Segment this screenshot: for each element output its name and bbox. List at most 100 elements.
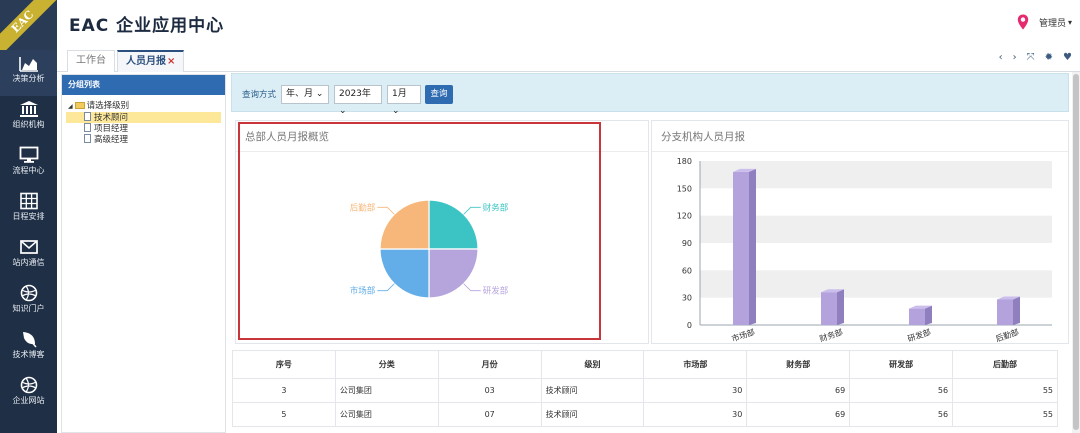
envelope-icon [19,240,38,254]
bank-icon [19,101,38,117]
nav-item-messages[interactable]: 站内通信 [0,234,57,280]
tree-item-label: 技术顾问 [94,113,129,123]
calendar-grid-icon [19,192,38,210]
table-row[interactable]: 5 公司集团 07 技术顾问 30 69 56 55 [232,402,1058,427]
col-header[interactable]: 研发部 [849,350,954,379]
vertical-scrollbar[interactable] [1072,72,1080,433]
cell-finance: 69 [746,402,851,427]
chevron-left-icon[interactable]: ‹ [999,52,1003,63]
nav-item-organization[interactable]: 组织机构 [0,96,57,142]
bar-side [749,168,756,325]
col-header[interactable]: 后勤部 [952,350,1058,379]
panel-divider [652,151,1068,152]
gear-icon[interactable]: ✹ [1045,52,1053,63]
monitor-icon [19,146,38,163]
user-menu[interactable]: 管理员 ▾ [1017,14,1072,30]
pie-label: 财务部 [483,202,509,213]
select-value: 2023年 [339,89,371,99]
left-nav: EAC 决策分析 组织机构 流程中心 日程安排 站内通信 知识门户 技术博客 企… [0,0,57,433]
bar-side [837,289,844,325]
col-header[interactable]: 财务部 [746,350,851,379]
tree-item-label: 项目经理 [94,124,129,134]
cell-index: 3 [232,378,336,403]
tab-monthly-report[interactable]: 人员月报× [117,50,185,72]
pie-label: 研发部 [483,286,509,297]
bar [733,171,749,325]
nav-label: 企业网站 [12,396,45,405]
hq-report-panel: 总部人员月报概览 财务部 研发部 市场部 后勤部 [235,120,649,344]
app-root: EAC 决策分析 组织机构 流程中心 日程安排 站内通信 知识门户 技术博客 企… [0,0,1080,433]
tree-root[interactable]: ◢ 请选择级别 [66,101,221,112]
col-header[interactable]: 月份 [437,350,542,379]
x-tick-label: 财务部 [818,327,844,343]
cell-month: 03 [437,378,542,403]
data-table: 序号 分类 月份 级别 市场部 财务部 研发部 后勤部 3 公司集团 03 技术… [232,350,1058,427]
close-icon[interactable]: × [167,56,175,67]
header: EAC 企业应用中心 管理员 ▾ [57,0,1080,46]
cell-market: 30 [643,378,748,403]
year-select[interactable]: 2023年 ⌄ [334,85,382,116]
y-tick-label: 60 [682,266,692,275]
nav-item-decision-analysis[interactable]: 决策分析 [0,50,57,96]
tree-item[interactable]: 项目经理 [66,123,221,134]
query-bar: 查询方式 年、月 ⌄ 2023年 ⌄ 1月 ⌄ 查询 [231,73,1069,116]
pie-label: 市场部 [350,286,376,297]
col-header[interactable]: 序号 [232,350,336,379]
bar-side [925,305,932,325]
col-header[interactable]: 分类 [334,350,439,379]
document-icon [84,123,91,132]
cell-level: 技术顾问 [540,402,645,427]
pie-chart-title: 总部人员月报概览 [245,131,329,143]
x-tick-label: 市场部 [730,327,756,343]
cell-index: 5 [232,402,336,427]
nav-item-tech-blog[interactable]: 技术博客 [0,326,57,372]
document-icon [84,134,91,143]
month-select[interactable]: 1月 ⌄ [387,85,421,116]
y-tick-label: 150 [677,184,692,193]
pie-leader-line [463,283,481,292]
select-value: 年、月 [286,89,314,99]
col-header[interactable]: 市场部 [643,350,748,379]
bar-side [1013,296,1020,325]
cell-finance: 69 [746,378,851,403]
fullscreen-icon[interactable]: ⤧ [1027,52,1035,63]
tab-bar: 工作台 人员月报× ‹ › ⤧ ✹ ♥ [57,46,1080,72]
query-button[interactable]: 查询 [425,85,453,104]
query-mode-label: 查询方式 [242,90,277,100]
nav-item-process-center[interactable]: 流程中心 [0,142,57,188]
cell-category: 公司集团 [334,402,439,427]
cell-rnd: 56 [849,378,954,403]
logo: EAC [0,0,57,50]
tree-item[interactable]: 高级经理 [66,134,221,145]
tree-item[interactable]: 技术顾问 [66,112,221,123]
x-tick-label: 后勤部 [994,327,1020,343]
folder-icon [74,102,85,109]
area-chart-icon [18,57,38,72]
globe-icon [20,284,37,302]
col-header[interactable]: 级别 [540,350,645,379]
leaf-icon [22,332,37,348]
query-mode-select[interactable]: 年、月 ⌄ [281,85,329,104]
nav-item-schedule[interactable]: 日程安排 [0,188,57,234]
group-panel: 分组列表 ◢ 请选择级别 技术顾问 项目经理 高级经理 [61,74,226,433]
nav-item-knowledge-portal[interactable]: 知识门户 [0,280,57,326]
group-tree: ◢ 请选择级别 技术顾问 项目经理 高级经理 [62,95,225,151]
bar [997,299,1013,325]
chevron-down-icon: ⌄ [339,106,347,116]
table-row[interactable]: 3 公司集团 03 技术顾问 30 69 56 55 [232,378,1058,403]
nav-label: 技术博客 [12,350,45,359]
tab-workbench[interactable]: 工作台 [67,50,115,72]
chevron-right-icon[interactable]: › [1013,52,1017,63]
bar [821,292,837,325]
location-pin-icon [1017,14,1029,30]
x-tick-label: 研发部 [906,327,932,343]
scrollbar-thumb[interactable] [1073,74,1079,430]
branch-report-panel: 分支机构人员月报 0 30 60 90 120 150 180 市场部 财务部 研发部 后勤部 [651,120,1069,344]
cell-category: 公司集团 [334,378,439,403]
tree-root-label: 请选择级别 [86,101,130,111]
bar [909,308,925,325]
globe-icon [20,376,37,394]
nav-item-enterprise-website[interactable]: 企业网站 [0,372,57,418]
heart-icon[interactable]: ♥ [1063,52,1072,63]
app-title: EAC 企业应用中心 [69,16,225,36]
